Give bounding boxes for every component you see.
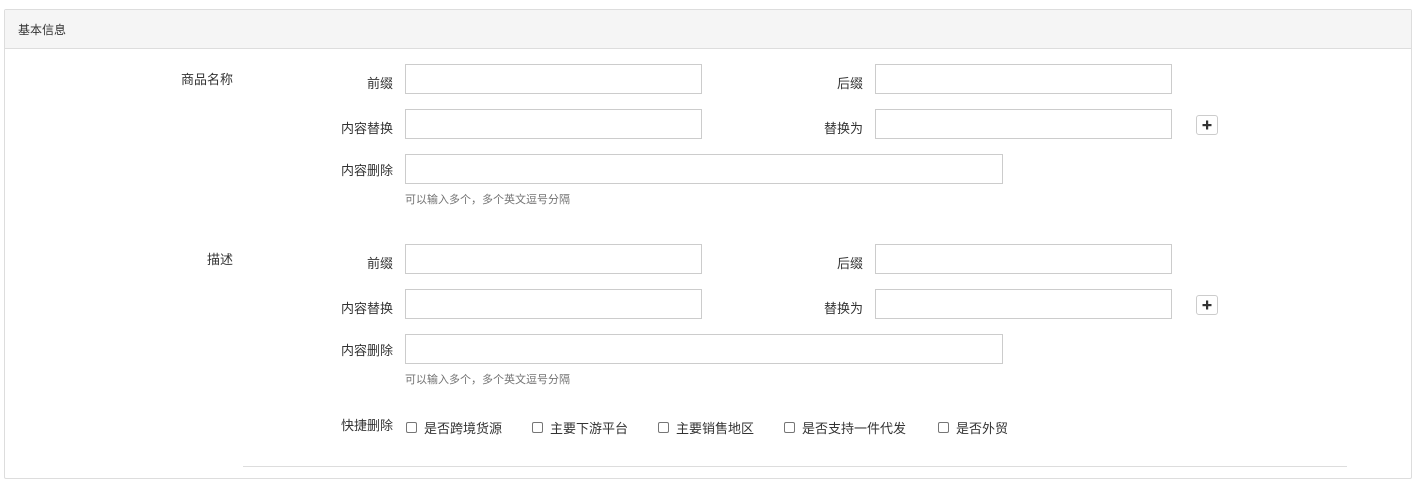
divider (243, 466, 1347, 467)
panel-heading: 基本信息 (5, 10, 1411, 49)
checkbox[interactable] (406, 422, 417, 433)
description-prefix-input[interactable] (405, 244, 702, 274)
checkbox-label: 主要下游平台 (550, 422, 629, 437)
description-delete-input[interactable] (405, 334, 1003, 364)
product-name-suffix-input[interactable] (875, 64, 1172, 94)
description-help-text: 可以输入多个，多个英文逗号分隔 (405, 373, 570, 386)
plus-icon (1202, 300, 1212, 310)
description-section-label: 描述 (206, 253, 233, 268)
description-replace-label: 内容替换 (340, 302, 393, 317)
product-name-replace-with-label: 替换为 (823, 122, 863, 137)
product-name-prefix-input[interactable] (405, 64, 702, 94)
description-prefix-label: 前缀 (366, 257, 393, 272)
description-suffix-label: 后缀 (836, 257, 863, 272)
quick-delete-label: 快捷删除 (340, 419, 393, 434)
panel-title: 基本信息 (18, 23, 67, 37)
checkbox-label: 是否跨境货源 (424, 422, 503, 437)
quick-delete-option-cross-border[interactable]: 是否跨境货源 (406, 418, 502, 437)
checkbox[interactable] (784, 422, 795, 433)
product-name-add-replace-button[interactable] (1196, 115, 1218, 135)
quick-delete-option-sales-region[interactable]: 主要销售地区 (658, 418, 754, 437)
description-replace-with-label: 替换为 (823, 302, 863, 317)
quick-delete-option-foreign-trade[interactable]: 是否外贸 (938, 418, 1008, 437)
product-name-replace-with-input[interactable] (875, 109, 1172, 139)
product-name-section-label: 商品名称 (180, 73, 233, 88)
product-name-prefix-label: 前缀 (366, 77, 393, 92)
plus-icon (1202, 120, 1212, 130)
checkbox[interactable] (938, 422, 949, 433)
product-name-suffix-label: 后缀 (836, 77, 863, 92)
checkbox[interactable] (658, 422, 669, 433)
description-replace-input[interactable] (405, 289, 702, 319)
checkbox-label: 是否支持一件代发 (802, 422, 907, 437)
description-replace-with-input[interactable] (875, 289, 1172, 319)
quick-delete-option-dropshipping[interactable]: 是否支持一件代发 (784, 418, 906, 437)
product-name-delete-input[interactable] (405, 154, 1003, 184)
product-name-replace-input[interactable] (405, 109, 702, 139)
product-name-replace-label: 内容替换 (340, 122, 393, 137)
product-name-delete-label: 内容删除 (340, 164, 393, 179)
description-delete-label: 内容删除 (340, 344, 393, 359)
checkbox[interactable] (532, 422, 543, 433)
product-name-help-text: 可以输入多个，多个英文逗号分隔 (405, 193, 570, 206)
description-suffix-input[interactable] (875, 244, 1172, 274)
checkbox-label: 主要销售地区 (676, 422, 755, 437)
checkbox-label: 是否外贸 (956, 422, 1009, 437)
description-add-replace-button[interactable] (1196, 295, 1218, 315)
quick-delete-option-downstream-platform[interactable]: 主要下游平台 (532, 418, 628, 437)
